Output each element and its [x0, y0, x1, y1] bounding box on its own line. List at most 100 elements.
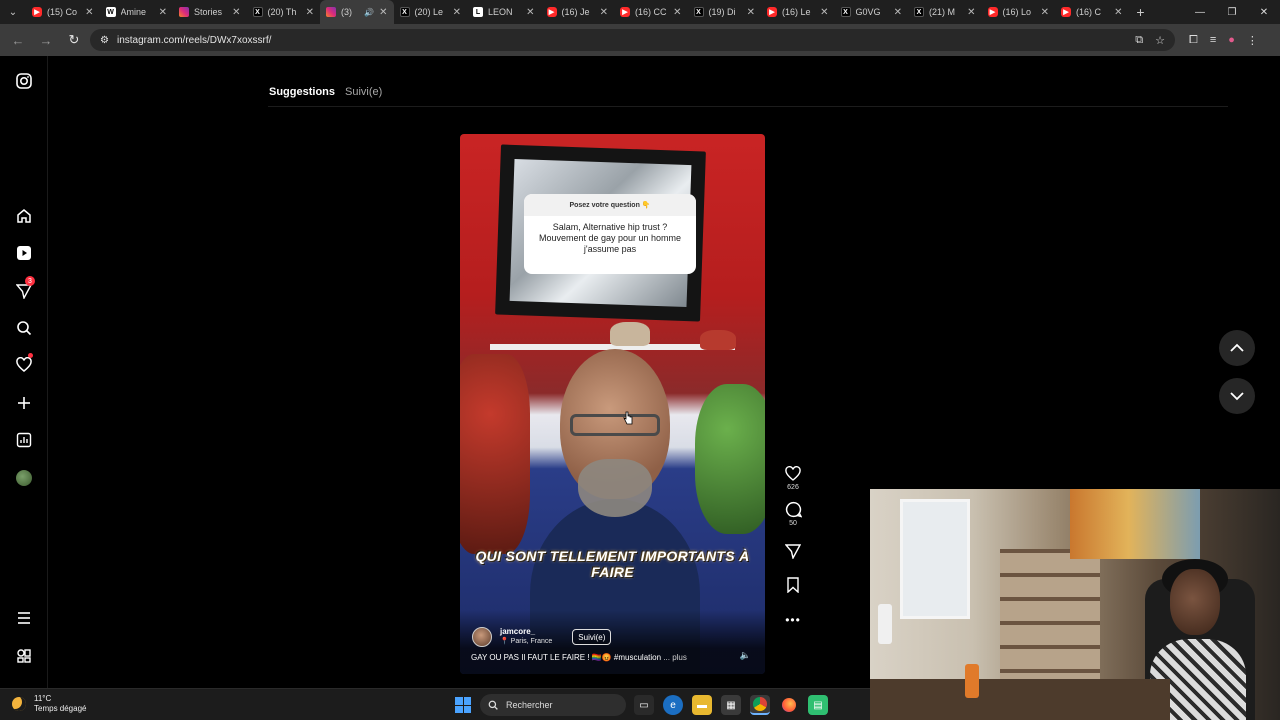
reel-video[interactable]: Posez votre question 👇 Salam, Alternativ… [460, 134, 765, 674]
browser-tab[interactable]: ▶ (16) Je ✕ [541, 0, 615, 24]
windows-start-icon[interactable] [455, 697, 471, 713]
task-view-icon[interactable]: ▭ [634, 695, 654, 715]
new-tab-button[interactable]: + [1129, 4, 1153, 20]
close-tab-icon[interactable]: ✕ [600, 7, 608, 18]
app-icon[interactable]: ▤ [808, 695, 828, 715]
close-tab-icon[interactable]: ✕ [967, 7, 975, 18]
close-tab-icon[interactable]: ✕ [673, 7, 681, 18]
browser-tab[interactable]: ▶ (16) CC ✕ [614, 0, 688, 24]
share-icon[interactable] [785, 543, 801, 559]
close-tab-icon[interactable]: ✕ [453, 7, 461, 18]
browser-tab-title: (16) Lo [1002, 7, 1032, 17]
browser-tab[interactable]: X (20) Th ✕ [247, 0, 321, 24]
youtube-favicon-icon: ▶ [1061, 7, 1071, 17]
close-tab-icon[interactable]: ✕ [232, 7, 240, 18]
home-icon[interactable] [14, 206, 34, 226]
minimize-button[interactable]: — [1184, 0, 1216, 24]
close-tab-icon[interactable]: ✕ [1041, 7, 1049, 18]
close-tab-icon[interactable]: ✕ [159, 7, 167, 18]
browser-tab-title: (16) Le [782, 7, 811, 17]
tab-following[interactable]: Suivi(e) [345, 86, 382, 98]
edge-icon[interactable]: e [663, 695, 683, 715]
also-from-meta-icon[interactable] [14, 646, 34, 666]
back-button[interactable]: ← [6, 28, 30, 52]
close-tab-icon[interactable]: ✕ [526, 7, 534, 18]
messages-badge: 3 [25, 276, 35, 286]
browser-tab-title: LEON [488, 7, 513, 17]
firefox-icon[interactable] [779, 695, 799, 715]
media-controls-icon[interactable]: ≡ [1210, 34, 1216, 47]
reel-description: GAY OU PAS Il FAUT LE FAIRE ! 🏳️‍🌈😡 #mus… [471, 653, 687, 662]
close-tab-icon[interactable]: ✕ [379, 7, 387, 18]
author-avatar[interactable] [472, 627, 492, 647]
following-button[interactable]: Suivi(e) [572, 629, 612, 645]
search-icon [488, 700, 498, 710]
chrome-icon[interactable] [750, 695, 770, 715]
notifications-heart-icon[interactable] [14, 353, 34, 375]
more-menu-icon[interactable] [14, 608, 34, 628]
profile-avatar[interactable] [14, 468, 34, 488]
site-info-icon[interactable]: ⚙ [100, 35, 109, 46]
reload-button[interactable]: ↻ [62, 28, 86, 52]
close-tab-icon[interactable]: ✕ [306, 7, 314, 18]
extensions-icon[interactable]: ⧠ [1189, 34, 1198, 47]
search-icon[interactable] [14, 318, 34, 338]
save-bookmark-icon[interactable] [786, 577, 800, 593]
address-bar[interactable]: ⚙ instagram.com/reels/DWx7xoxssrf/ ⧉ ☆ [90, 29, 1175, 51]
profile-avatar-icon[interactable]: ● [1228, 34, 1235, 47]
browser-tab[interactable]: X G0VG ✕ [835, 0, 909, 24]
question-sticker-text: Salam, Alternative hip trust ? Mouvement… [538, 222, 682, 254]
author-location[interactable]: 📍 Paris, France [500, 637, 552, 647]
browser-tab[interactable]: ▶ (16) Le ✕ [761, 0, 835, 24]
browser-tab[interactable]: W Amine ✕ [100, 0, 174, 24]
tab-suggestions[interactable]: Suggestions [269, 86, 335, 98]
x-favicon-icon: X [840, 7, 851, 17]
more-link[interactable]: ... plus [663, 653, 687, 662]
instagram-logo-icon[interactable] [14, 71, 34, 91]
browser-tab[interactable]: X (19) Di ✕ [688, 0, 762, 24]
volume-icon[interactable]: 🔈 [740, 650, 751, 661]
dashboard-icon[interactable] [14, 430, 34, 450]
browser-tab-title: (20) Th [267, 7, 297, 17]
tab-audio-icon[interactable]: 🔊 [364, 8, 374, 17]
next-reel-button[interactable] [1219, 378, 1255, 414]
taskbar-search[interactable]: Rechercher [480, 694, 626, 716]
notification-dot [28, 353, 33, 358]
file-explorer-icon[interactable]: ▬ [692, 695, 712, 715]
browser-tab[interactable]: Stories ✕ [173, 0, 247, 24]
create-plus-icon[interactable] [14, 393, 34, 413]
forward-button[interactable]: → [34, 28, 58, 52]
room-poster [1070, 489, 1200, 559]
browser-tab[interactable]: X (20) Le ✕ [394, 0, 468, 24]
spray-bottle [878, 604, 892, 644]
author-username[interactable]: jamcore_ [500, 627, 552, 637]
restore-button[interactable]: ❐ [1216, 0, 1248, 24]
bookmark-star-icon[interactable]: ☆ [1155, 34, 1165, 47]
previous-reel-button[interactable] [1219, 330, 1255, 366]
close-window-button[interactable]: ✕ [1248, 0, 1280, 24]
close-tab-icon[interactable]: ✕ [894, 7, 902, 18]
comment-icon[interactable] [785, 501, 802, 518]
close-tab-icon[interactable]: ✕ [85, 7, 93, 18]
browser-tab[interactable]: X (21) M ✕ [908, 0, 982, 24]
reels-icon[interactable] [14, 243, 34, 263]
chrome-menu-icon[interactable]: ⋮ [1247, 34, 1258, 47]
messages-icon[interactable]: 3 [14, 276, 35, 301]
browser-tab[interactable]: ▶ (16) C ✕ [1055, 0, 1129, 24]
browser-tab[interactable]: (3) 🔊 ✕ [320, 0, 394, 24]
browser-tab[interactable]: L LEON ✕ [467, 0, 541, 24]
desk [870, 679, 1170, 720]
tab-search-button[interactable]: ⌄ [0, 0, 26, 24]
close-tab-icon[interactable]: ✕ [820, 7, 828, 18]
install-app-icon[interactable]: ⧉ [1135, 34, 1143, 47]
store-icon[interactable]: ▦ [721, 695, 741, 715]
like-heart-icon[interactable] [784, 466, 802, 482]
video-subtitle: QUI SONT TELLEMENT IMPORTANTS À FAIRE [475, 548, 750, 580]
close-tab-icon[interactable]: ✕ [1114, 7, 1122, 18]
more-options-icon[interactable]: ••• [785, 613, 801, 627]
browser-tab[interactable]: ▶ (16) Lo ✕ [982, 0, 1056, 24]
weather-widget[interactable]: 11°C Temps dégagé [12, 694, 86, 714]
w-favicon-icon: W [105, 7, 116, 17]
browser-tab[interactable]: ▶ (15) Co ✕ [26, 0, 100, 24]
close-tab-icon[interactable]: ✕ [747, 7, 755, 18]
